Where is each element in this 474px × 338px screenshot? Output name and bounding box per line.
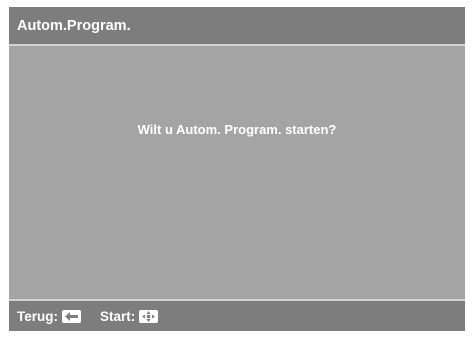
start-hint[interactable]: Start: <box>100 308 159 324</box>
back-hint[interactable]: Terug: <box>17 309 81 324</box>
back-label: Terug: <box>17 308 58 324</box>
dialog-body: Wilt u Autom. Program. starten? <box>9 46 465 299</box>
arrow-left-icon <box>62 309 81 323</box>
tv-menu-screen: Autom.Program. Wilt u Autom. Program. st… <box>9 7 465 331</box>
button-hint-bar: Terug: Start: <box>9 299 465 331</box>
select-center-icon <box>139 309 159 323</box>
menu-title: Autom.Program. <box>17 17 131 34</box>
title-bar: Autom.Program. <box>9 7 465 46</box>
start-label: Start: <box>100 308 136 324</box>
confirmation-message: Wilt u Autom. Program. starten? <box>137 122 337 137</box>
